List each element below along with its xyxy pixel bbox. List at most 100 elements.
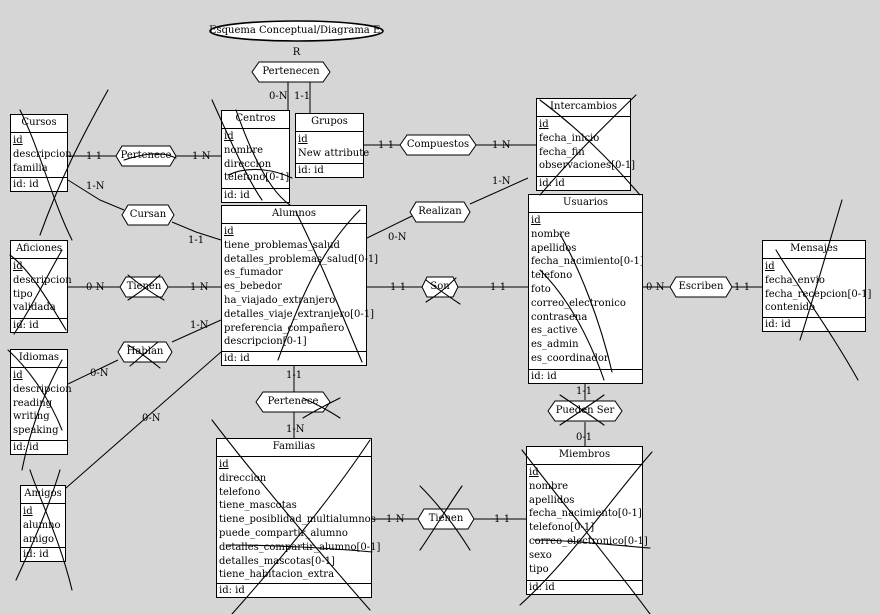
entity-idiomas-identifier: id: id (11, 440, 67, 454)
entity-alumnos[interactable]: Alumnos id tiene_problemas_salud detalles_p… (221, 205, 379, 366)
entity-cursos[interactable]: Cursos id descripcion familia id: id (10, 114, 72, 192)
entity-amigos[interactable]: Amigos id alumno amigo id: id (20, 485, 66, 562)
entity-cursos-title: Cursos (11, 115, 67, 133)
entity-usuarios-identifier: id: id (529, 369, 642, 383)
entity-attribute: descripcion (13, 148, 72, 160)
entity-attribute: direccion (224, 158, 272, 170)
relationship-compuestos[interactable]: Compuestos (399, 134, 477, 156)
primary-key-attribute: id (23, 506, 33, 517)
entity-usuarios-title: Usuarios (529, 195, 642, 213)
relationship-tienen-miembros[interactable]: Tienen (417, 508, 475, 530)
card-grupos-compuestos: 1-1 (378, 140, 395, 151)
entity-alumnos-title: Alumnos (222, 206, 366, 224)
entity-attribute: amigo (23, 533, 55, 545)
entity-mensajes[interactable]: Mensajes id fecha_envio fecha_recepcion[0-1… (762, 240, 872, 332)
relationship-pertenecen-label: Pertenecen (262, 66, 320, 77)
entity-intercambios[interactable]: Intercambios id fecha_inicio fecha_fin obser… (536, 98, 635, 191)
entity-aficiones-title: Aficiones (11, 241, 67, 259)
entity-attribute: detalles_problemas_salud[0-1] (224, 253, 379, 265)
entity-amigos-identifier: id: id (21, 547, 65, 561)
entity-intercambios-title: Intercambios (537, 99, 630, 117)
card-hablan-alumnos: 1-N (190, 320, 209, 331)
entity-attribute: nombre (224, 144, 264, 156)
card-compuestos-intercambios: 1-N (492, 140, 511, 151)
entity-attribute: tiene_problemas_salud (224, 239, 340, 251)
entity-alumnos-identifier: id: id (222, 351, 366, 365)
entity-attribute: contenido (765, 302, 816, 314)
entity-attribute: fecha_envio (765, 274, 825, 286)
entity-attribute: tiene_posiblidad_multialumnos (219, 514, 376, 526)
entity-usuarios[interactable]: Usuarios id nombre apellidos fecha_nacimient… (528, 194, 644, 384)
relationship-cursan-label: Cursan (129, 209, 167, 220)
card-pertenece-centros: 1-N (192, 151, 211, 162)
entity-miembros-identifier: id: id (527, 580, 642, 594)
entity-aficiones-attributes: id descripcion tipo validada (11, 259, 72, 317)
entity-grupos-identifier: id: id (296, 163, 363, 177)
entity-attribute: puede_compartir_alumno (219, 527, 348, 539)
primary-key-attribute: id (219, 459, 229, 470)
entity-intercambios-identifier: id: id (537, 176, 630, 190)
entity-miembros-title: Miembros (527, 447, 642, 465)
primary-key-attribute: id (531, 215, 541, 226)
entity-aficiones-identifier: id: id (11, 318, 67, 332)
entity-attribute: foto (531, 283, 551, 295)
entity-cursos-identifier: id: id (11, 177, 67, 191)
entity-grupos[interactable]: Grupos id New attribute id: id (295, 113, 369, 178)
entity-attribute: correo_electronico[0-1] (529, 535, 648, 547)
card-cursan-alumnos: 1-1 (188, 235, 205, 246)
relationship-pueden-ser[interactable]: Pueden Ser (547, 400, 623, 422)
entity-attribute: alumno (23, 519, 61, 531)
entity-attribute: writing (13, 411, 50, 423)
entity-attribute: direccion (219, 472, 267, 484)
entity-attribute: validada (13, 302, 56, 314)
relationship-tienen-aficiones[interactable]: Tienen (119, 276, 169, 298)
primary-key-attribute: id (13, 261, 23, 272)
card-usuarios-puedenser: 1-1 (576, 386, 593, 397)
card-alumnos-pertenece: 1-1 (286, 370, 303, 381)
entity-miembros[interactable]: Miembros id nombre apellidos fecha_nacimient… (526, 446, 648, 595)
entity-attribute: speaking (13, 425, 59, 437)
card-cursos-cursan: 1-N (86, 181, 105, 192)
entity-attribute: descripcion (13, 274, 72, 286)
card-puedenser-miembros: 0-1 (576, 432, 593, 443)
primary-key-attribute: id (298, 134, 308, 145)
entity-aficiones[interactable]: Aficiones id descripcion tipo validada id: id (10, 240, 72, 333)
card-usuarios-escriben: 0-N (646, 282, 665, 293)
card-pertenecen-grupos: 1-1 (294, 91, 311, 102)
entity-idiomas-attributes: id descripcion reading writing speaking (11, 368, 72, 440)
card-alumnos-son: 1-1 (390, 282, 407, 293)
relationship-pertenece-cursos[interactable]: Pertenece (115, 145, 177, 167)
entity-amigos-title: Amigos (21, 486, 65, 504)
relationship-escriben[interactable]: Escriben (669, 276, 733, 298)
entity-usuarios-attributes: id nombre apellidos fecha_nacimiento[0-1] te… (529, 213, 644, 368)
entity-attribute: familia (13, 162, 48, 174)
entity-attribute: es_admin (531, 339, 579, 351)
entity-attribute: contrasena (531, 311, 588, 323)
primary-key-attribute: id (539, 119, 549, 130)
relationship-pertenece-familias[interactable]: Pertenece (255, 391, 331, 413)
relationship-escriben-label: Escriben (678, 281, 724, 292)
entity-attribute: detalles_mascotas[0-1] (219, 555, 335, 567)
relationship-cursan[interactable]: Cursan (121, 204, 175, 226)
relationship-pertenecen[interactable]: Pertenecen (251, 61, 331, 83)
entity-attribute: es_fumador (224, 267, 283, 279)
relationship-realizan[interactable]: Realizan (409, 201, 471, 223)
relationship-son[interactable]: Son (421, 276, 459, 298)
entity-attribute: es_bebedor (224, 281, 282, 293)
er-diagram-canvas: Esquema Conceptual/Diagrama E-R Cursos id… (0, 0, 879, 614)
entity-attribute: apellidos (529, 494, 575, 506)
entity-familias[interactable]: Familias id direccion telefono tiene_mascota… (216, 438, 381, 598)
relationship-pueden-ser-label: Pueden Ser (555, 405, 615, 416)
entity-grupos-attributes: id New attribute (296, 132, 369, 163)
entity-attribute: fecha_nacimiento[0-1] (531, 256, 644, 268)
entity-familias-attributes: id direccion telefono tiene_mascotas tiene_p… (217, 457, 381, 584)
entity-alumnos-attributes: id tiene_problemas_salud detalles_problema… (222, 224, 379, 351)
entity-attribute: detalles_compartir_alumno[0-1] (219, 541, 381, 553)
entity-attribute: fecha_recepcion[0-1] (765, 288, 872, 300)
entity-idiomas[interactable]: Idiomas id descripcion reading writing speaki… (10, 349, 72, 455)
entity-centros-title: Centros (222, 111, 289, 129)
relationship-hablan[interactable]: Hablan (117, 341, 173, 363)
entity-attribute: tiene_habitacion_extra (219, 569, 335, 581)
entity-attribute: es_coordinador (531, 352, 609, 364)
entity-centros[interactable]: Centros id nombre direccion telefono[0-1] id:… (221, 110, 290, 203)
